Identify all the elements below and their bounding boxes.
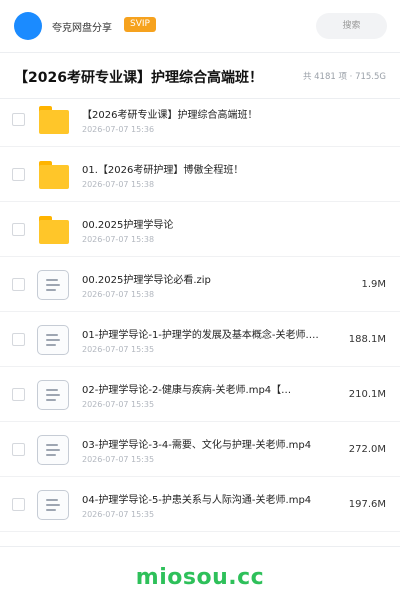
file-row[interactable]: 04-护理学导论-5-护患关系与人际沟通-关老师.mp4 2026-07-07 1… [0, 477, 400, 532]
file-icon [37, 380, 69, 410]
page-title: 【2026考研专业课】护理综合高端班！ [14, 70, 263, 86]
select-checkbox[interactable] [12, 278, 25, 291]
item-count: 共 4181 项 · 715.5G [302, 72, 386, 82]
file-size: 210.1M [348, 389, 386, 400]
file-name[interactable]: 04-护理学导论-5-护患关系与人际沟通-关老师.mp4 [82, 491, 327, 506]
folder-icon [39, 216, 69, 244]
file-icon [37, 270, 69, 300]
select-checkbox[interactable] [12, 443, 25, 456]
folder-icon [39, 161, 69, 189]
file-row[interactable]: 02-护理学导论-2-健康与疾病-关老师.mp4【… 2026-07-07 15:… [0, 367, 400, 422]
select-checkbox[interactable] [12, 333, 25, 346]
file-name[interactable]: 03-护理学导论-3-4-需要、文化与护理-关老师.mp4 [82, 436, 327, 451]
search-button[interactable]: 搜索 [316, 13, 387, 39]
select-checkbox[interactable] [12, 388, 25, 401]
file-row[interactable]: 【2026考研专业课】护理综合高端班！ 2026-07-07 15:36 [0, 92, 400, 147]
folder-icon [39, 106, 69, 134]
file-date: 2026-07-07 15:35 [82, 400, 155, 409]
svip-badge: SVIP [124, 17, 156, 32]
file-date: 2026-07-07 15:35 [82, 345, 155, 354]
file-date: 2026-07-07 15:36 [82, 125, 155, 134]
select-checkbox[interactable] [12, 168, 25, 181]
select-checkbox[interactable] [12, 498, 25, 511]
file-icon [37, 435, 69, 465]
footer: miosou.cc [0, 546, 400, 601]
file-date: 2026-07-07 15:38 [82, 290, 155, 299]
select-checkbox[interactable] [12, 113, 25, 126]
avatar[interactable] [14, 12, 42, 40]
file-row[interactable]: 00.2025护理学导论 2026-07-07 15:38 [0, 202, 400, 257]
top-bar: 夸克网盘分享 SVIP 搜索 [0, 0, 400, 52]
file-row[interactable]: 03-护理学导论-3-4-需要、文化与护理-关老师.mp4 2026-07-07 … [0, 422, 400, 477]
watermark: miosou.cc [135, 565, 265, 590]
file-name[interactable]: 01-护理学导论-1-护理学的发展及基本概念-关老师.mp4 [82, 326, 327, 341]
file-date: 2026-07-07 15:35 [82, 455, 155, 464]
file-size: 1.9M [361, 279, 386, 290]
file-size: 188.1M [348, 334, 386, 345]
file-name[interactable]: 01.【2026考研护理】博傲全程班！ [82, 161, 327, 176]
file-date: 2026-07-07 15:35 [82, 510, 155, 519]
file-row[interactable]: 01.【2026考研护理】博傲全程班！ 2026-07-07 15:38 [0, 147, 400, 202]
file-date: 2026-07-07 15:38 [82, 235, 155, 244]
file-name[interactable]: 02-护理学导论-2-健康与疾病-关老师.mp4【… [82, 381, 327, 396]
file-name[interactable]: 00.2025护理学导论必看.zip [82, 271, 327, 286]
file-row[interactable]: 00.2025护理学导论必看.zip 2026-07-07 15:38 1.9M [0, 257, 400, 312]
file-list: 【2026考研专业课】护理综合高端班！ 2026-07-07 15:36 01.【2… [0, 92, 400, 532]
brand-name: 夸克网盘分享 [52, 23, 112, 34]
file-row[interactable]: 01-护理学导论-1-护理学的发展及基本概念-关老师.mp4 2026-07-07… [0, 312, 400, 367]
file-size: 197.6M [348, 499, 386, 510]
file-icon [37, 490, 69, 520]
file-name[interactable]: 【2026考研专业课】护理综合高端班！ [82, 106, 327, 121]
select-checkbox[interactable] [12, 223, 25, 236]
file-date: 2026-07-07 15:38 [82, 180, 155, 189]
file-icon [37, 325, 69, 355]
file-name[interactable]: 00.2025护理学导论 [82, 216, 327, 231]
file-size: 272.0M [348, 444, 386, 455]
